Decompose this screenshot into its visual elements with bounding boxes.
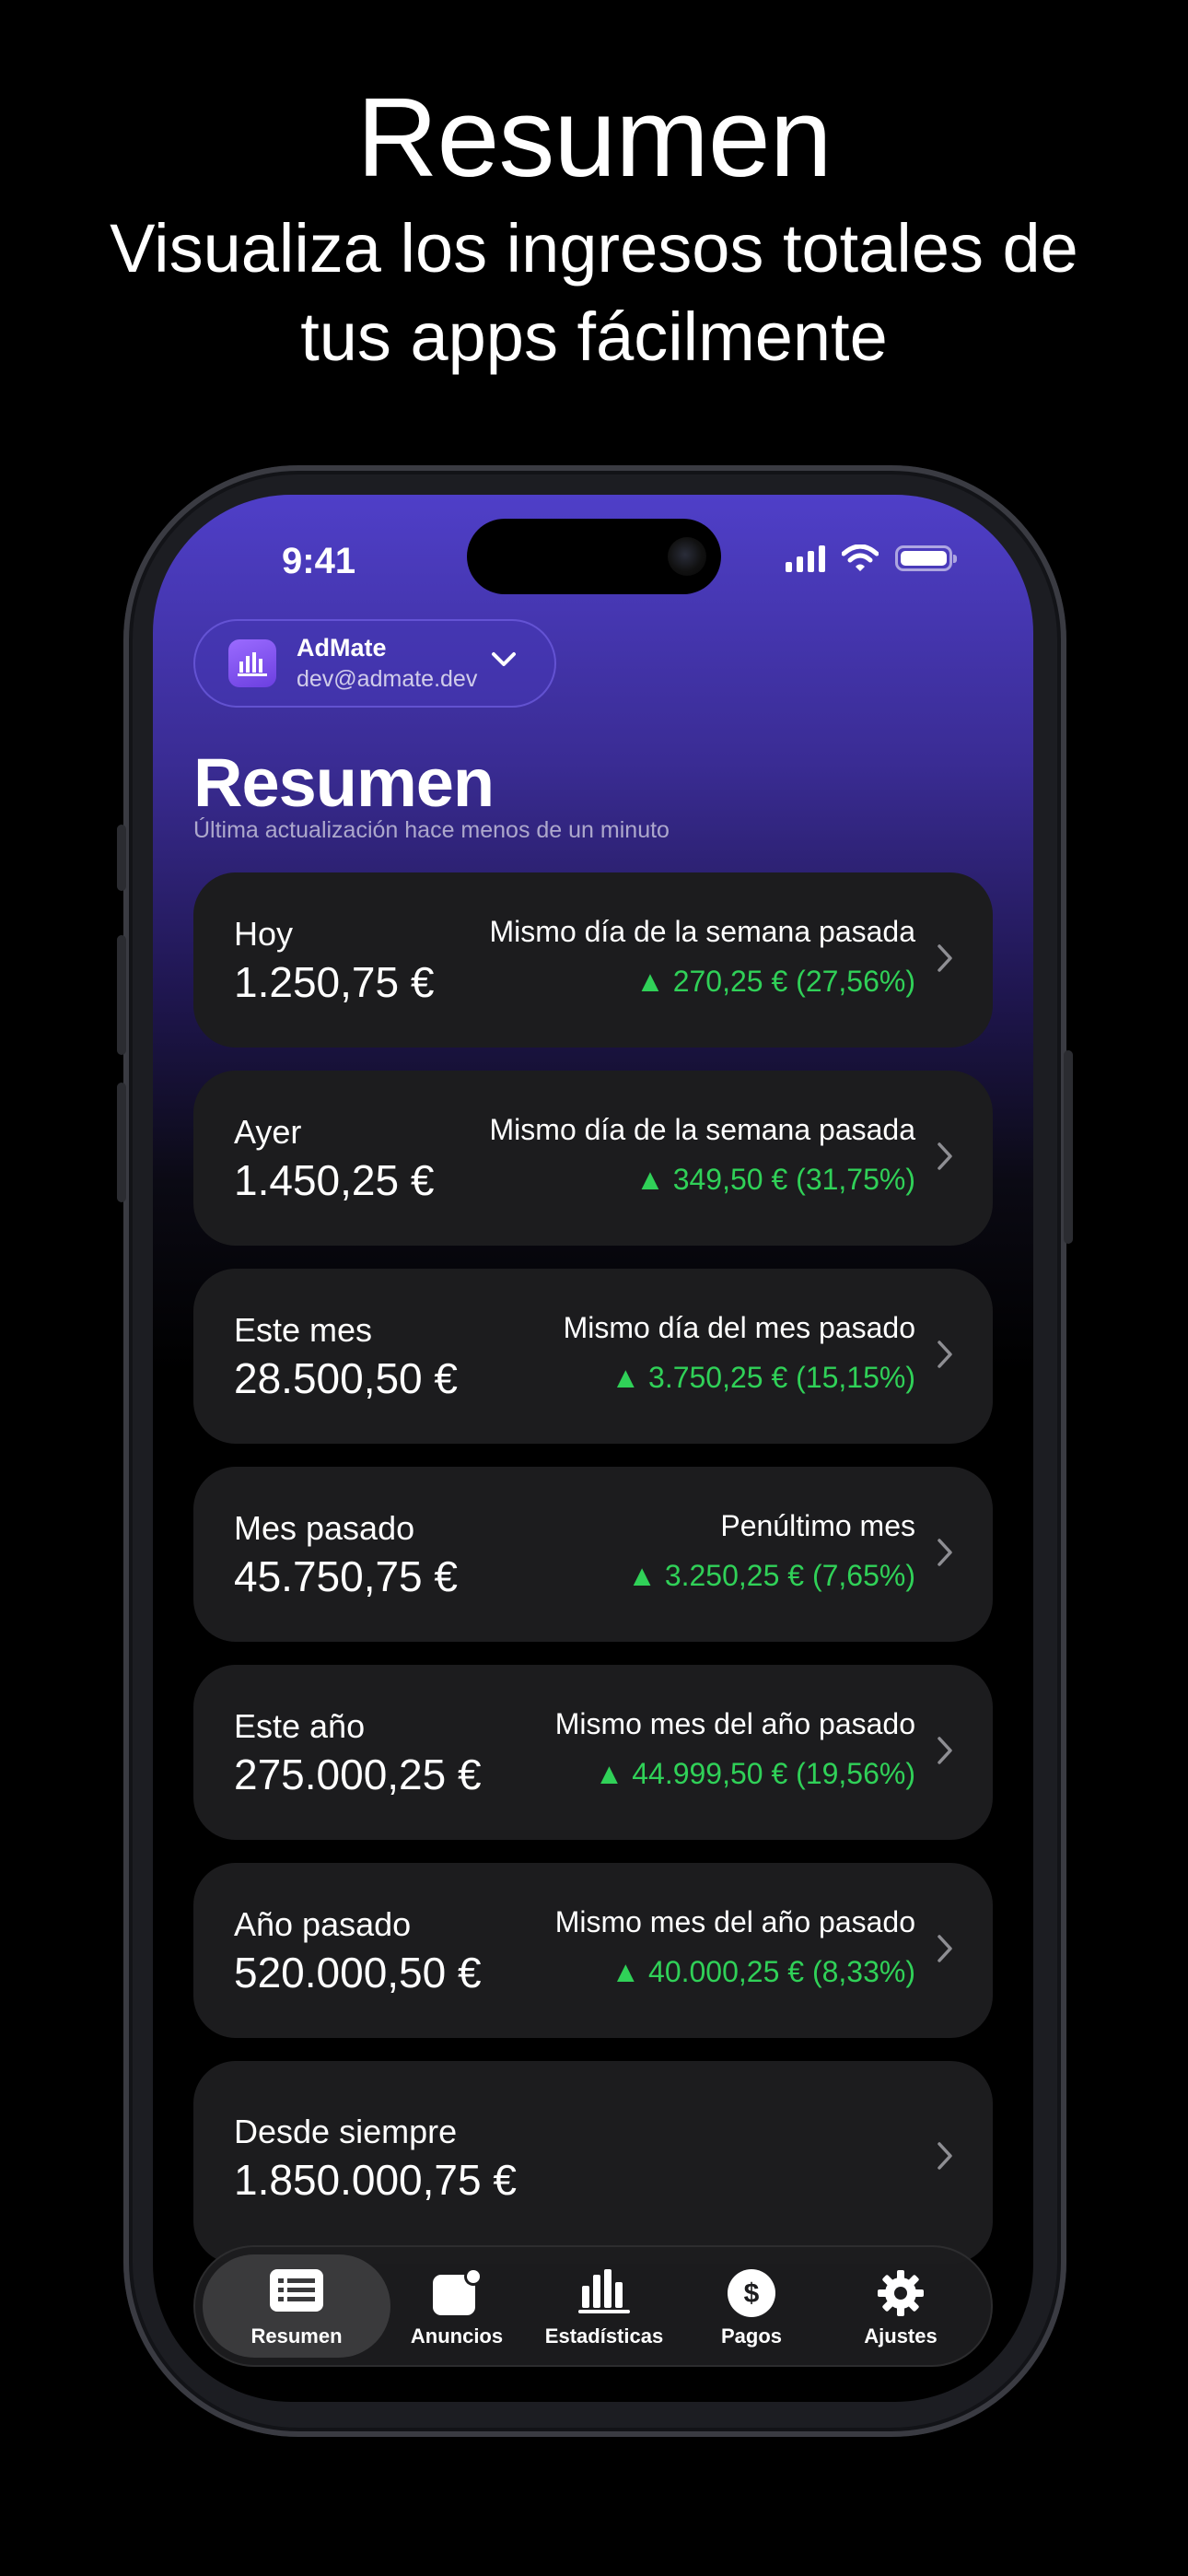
stats-icon — [578, 2269, 630, 2313]
dynamic-island — [467, 519, 721, 594]
card-delta: ▲ 270,25 € (27,56%) — [635, 965, 915, 998]
bar-chart-icon — [228, 639, 276, 687]
tab-estadisticas[interactable]: Estadísticas — [530, 2254, 678, 2358]
card-comparison: Penúltimo mes — [720, 1509, 915, 1542]
card-amount: 28.500,50 € — [234, 1354, 459, 1402]
volume-up-button — [117, 935, 126, 1055]
card-comparison: Mismo día de la semana pasada — [489, 1113, 915, 1146]
summary-card-last-year[interactable]: Año pasado 520.000,50 € Mismo mes del añ… — [193, 1863, 993, 2038]
chevron-right-icon — [938, 1539, 952, 1566]
chevron-right-icon — [938, 1935, 952, 1962]
status-time: 9:41 — [282, 541, 356, 581]
card-comparison: Mismo mes del año pasado — [554, 1905, 915, 1938]
chevron-right-icon — [938, 1142, 952, 1170]
card-delta: ▲ 40.000,25 € (8,33%) — [611, 1955, 915, 1988]
dollar-icon: $ — [728, 2269, 775, 2317]
tab-label: Pagos — [720, 2324, 783, 2348]
chevron-right-icon — [938, 1737, 952, 1764]
account-switcher[interactable]: AdMate dev@admate.dev — [193, 619, 556, 708]
tab-anuncios[interactable]: Anuncios — [383, 2254, 530, 2358]
summary-card-this-year[interactable]: Este año 275.000,25 € Mismo mes del año … — [193, 1665, 993, 1840]
tab-ajustes[interactable]: Ajustes — [827, 2254, 974, 2358]
chevron-down-icon — [492, 652, 516, 666]
ad-icon — [433, 2269, 483, 2315]
action-button — [117, 825, 126, 891]
hero-subtitle: Visualiza los ingresos totales de tus ap… — [0, 205, 1188, 381]
card-delta: ▲ 3.750,25 € (15,15%) — [611, 1361, 915, 1394]
summary-card-today[interactable]: Hoy 1.250,75 € Mismo día de la semana pa… — [193, 872, 993, 1048]
card-label: Ayer — [234, 1113, 302, 1151]
chevron-right-icon — [938, 944, 952, 972]
summary-card-last-month[interactable]: Mes pasado 45.750,75 € Penúltimo mes ▲ 3… — [193, 1467, 993, 1642]
battery-icon — [895, 545, 957, 571]
wifi-icon — [842, 544, 879, 571]
card-label: Hoy — [234, 915, 294, 953]
tab-bar: Resumen Anuncios Estadísticas $ Pagos Aj… — [193, 2245, 993, 2367]
card-comparison: Mismo día del mes pasado — [563, 1311, 915, 1344]
page-title: Resumen — [193, 744, 495, 821]
card-delta: ▲ 349,50 € (31,75%) — [635, 1163, 915, 1196]
summary-card-all-time[interactable]: Desde siempre 1.850.000,75 € — [193, 2061, 993, 2264]
card-amount: 275.000,25 € — [234, 1751, 482, 1798]
tab-resumen[interactable]: Resumen — [203, 2254, 390, 2358]
card-label: Año pasado — [234, 1905, 412, 1943]
tab-pagos[interactable]: $ Pagos — [678, 2254, 825, 2358]
card-amount: 1.450,25 € — [234, 1156, 435, 1204]
card-label: Este año — [234, 1707, 366, 1745]
card-amount: 1.850.000,75 € — [234, 2156, 517, 2204]
card-delta: ▲ 44.999,50 € (19,56%) — [594, 1757, 915, 1790]
card-amount: 45.750,75 € — [234, 1552, 459, 1600]
hero-subtitle-line: Visualiza los ingresos totales de — [110, 210, 1078, 287]
status-icons — [786, 544, 957, 572]
gear-icon — [878, 2270, 924, 2316]
account-name: AdMate — [297, 634, 387, 662]
tab-label: Estadísticas — [544, 2324, 664, 2348]
page-subtitle: Última actualización hace menos de un mi… — [193, 817, 670, 843]
chevron-right-icon — [938, 2142, 952, 2170]
camera-icon — [668, 537, 706, 576]
card-comparison: Mismo mes del año pasado — [554, 1707, 915, 1740]
tab-label: Resumen — [250, 2324, 343, 2348]
list-icon — [270, 2269, 323, 2312]
card-comparison: Mismo día de la semana pasada — [489, 915, 915, 948]
chevron-right-icon — [938, 1341, 952, 1368]
summary-card-this-month[interactable]: Este mes 28.500,50 € Mismo día del mes p… — [193, 1269, 993, 1444]
tab-label: Anuncios — [410, 2324, 504, 2348]
card-delta: ▲ 3.250,25 € (7,65%) — [627, 1559, 915, 1592]
summary-card-yesterday[interactable]: Ayer 1.450,25 € Mismo día de la semana p… — [193, 1071, 993, 1246]
cellular-signal-icon — [786, 544, 825, 572]
account-email: dev@admate.dev — [297, 666, 478, 692]
card-label: Desde siempre — [234, 2113, 458, 2150]
phone-screen: 9:41 AdMate dev@admate.dev Resumen Últim… — [153, 495, 1033, 2402]
card-amount: 520.000,50 € — [234, 1949, 482, 1996]
hero-subtitle-line: tus apps fácilmente — [300, 299, 888, 375]
hero-title: Resumen — [356, 75, 832, 200]
volume-down-button — [117, 1083, 126, 1202]
card-amount: 1.250,75 € — [234, 958, 435, 1006]
power-button — [1064, 1050, 1073, 1244]
card-label: Mes pasado — [234, 1509, 415, 1547]
card-label: Este mes — [234, 1311, 373, 1349]
svg-text:$: $ — [744, 2278, 760, 2309]
tab-label: Ajustes — [864, 2324, 938, 2348]
